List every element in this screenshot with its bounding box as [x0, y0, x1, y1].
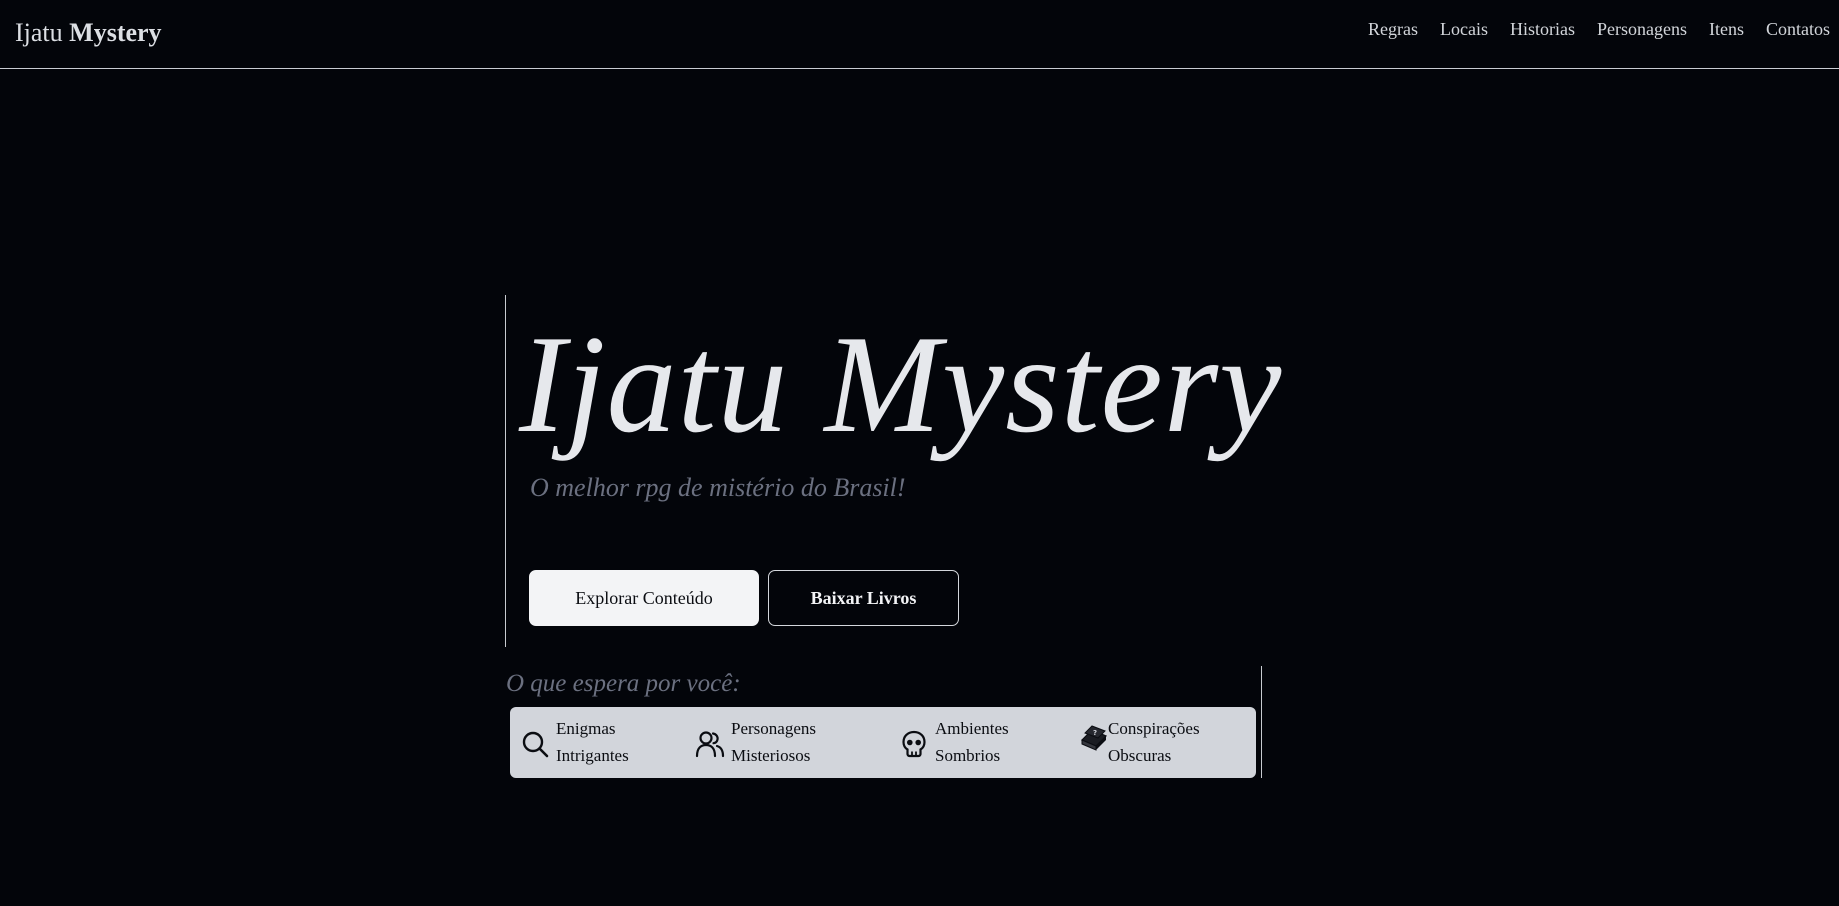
feature-ambientes: Ambientes Sombrios: [899, 715, 1009, 769]
feature-conspiracoes-label: Conspirações Obscuras: [1108, 715, 1200, 769]
book-icon: ?: [1080, 725, 1108, 751]
feature-conspiracoes-line1: Conspirações: [1108, 719, 1200, 738]
nav-link-historias[interactable]: Historias: [1510, 17, 1575, 41]
feature-ambientes-label: Ambientes Sombrios: [935, 715, 1009, 769]
nav-link-regras[interactable]: Regras: [1368, 17, 1418, 41]
feature-conspiracoes: ? Conspirações Obscuras: [1078, 715, 1200, 769]
search-icon: [522, 731, 549, 758]
feature-conspiracoes-line2: Obscuras: [1108, 746, 1172, 765]
expect-title: O que espera por você:: [506, 670, 741, 697]
feature-personagens: Personagens Misteriosos: [695, 715, 816, 769]
feature-personagens-label: Personagens Misteriosos: [731, 715, 816, 769]
download-books-button[interactable]: Baixar Livros: [768, 570, 959, 626]
explore-content-button[interactable]: Explorar Conteúdo: [529, 570, 759, 626]
nav-links: Regras Locais Historias Personagens Iten…: [1368, 17, 1839, 41]
hero-subtitle: O melhor rpg de mistério do Brasil!: [530, 473, 906, 502]
feature-enigmas-line1: Enigmas: [556, 719, 616, 738]
svg-text:?: ?: [1093, 729, 1097, 737]
users-icon: [695, 731, 725, 758]
feature-personagens-line2: Misteriosos: [731, 746, 811, 765]
feature-ambientes-line1: Ambientes: [935, 719, 1009, 738]
nav-link-locais[interactable]: Locais: [1440, 17, 1488, 41]
features-divider: [1261, 666, 1262, 778]
brand-logo[interactable]: Ijatu Mystery: [15, 17, 162, 49]
top-navbar: Ijatu Mystery Regras Locais Historias Pe…: [0, 0, 1839, 69]
feature-personagens-line1: Personagens: [731, 719, 816, 738]
feature-ambientes-line2: Sombrios: [935, 746, 1001, 765]
skull-icon: [902, 730, 926, 758]
features-panel: Enigmas Intrigantes Personagens Misterio…: [510, 707, 1256, 778]
nav-link-personagens[interactable]: Personagens: [1597, 17, 1687, 41]
hero-title: Ijatu Mystery: [519, 307, 1283, 462]
hero-divider: [505, 295, 506, 647]
brand-light-text: Ijatu: [15, 18, 63, 47]
feature-enigmas: Enigmas Intrigantes: [520, 715, 629, 769]
nav-link-itens[interactable]: Itens: [1709, 17, 1744, 41]
feature-enigmas-line2: Intrigantes: [556, 746, 629, 765]
nav-link-contatos[interactable]: Contatos: [1766, 17, 1830, 41]
feature-enigmas-label: Enigmas Intrigantes: [556, 715, 629, 769]
brand-bold-text: Mystery: [69, 18, 162, 47]
